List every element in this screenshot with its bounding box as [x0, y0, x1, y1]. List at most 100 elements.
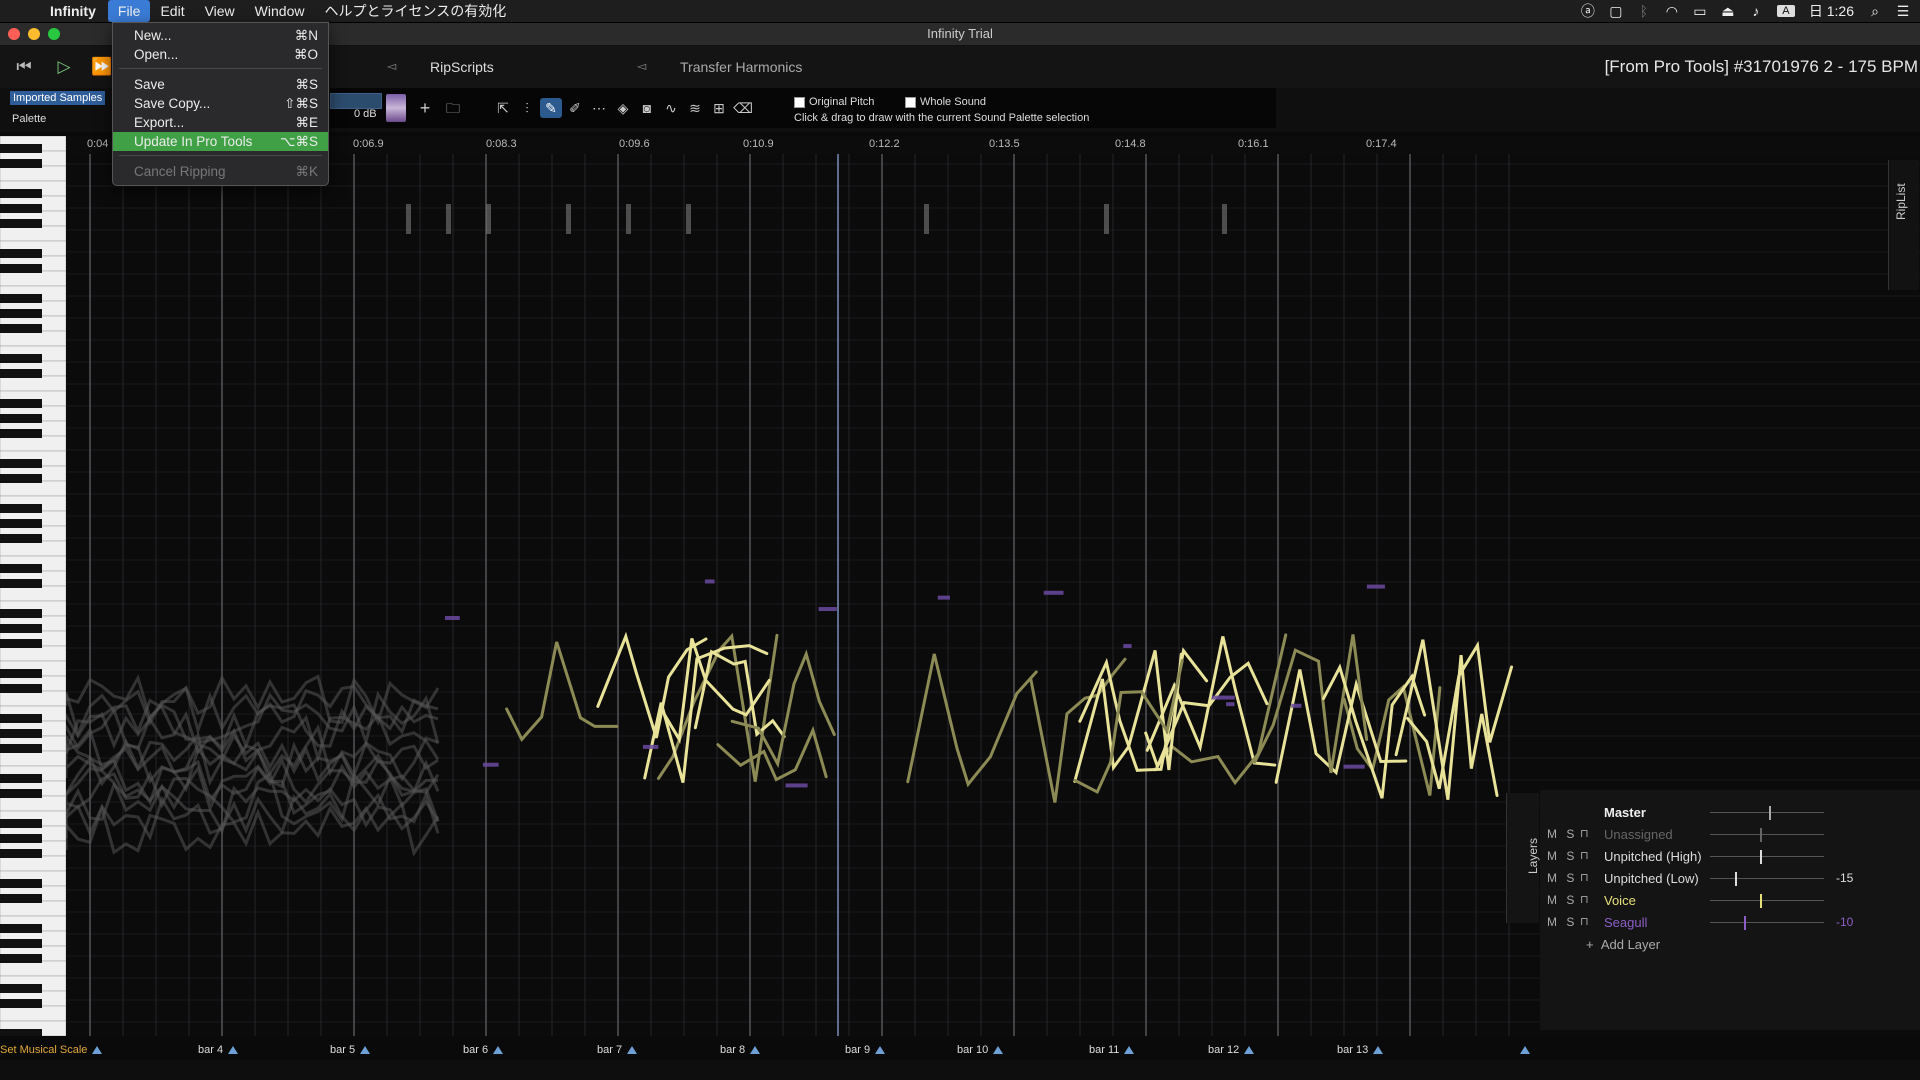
pointer-icon[interactable]: ⇱ [492, 98, 514, 118]
black-key[interactable] [0, 264, 42, 273]
white-key[interactable] [0, 330, 66, 347]
black-key[interactable] [0, 414, 42, 423]
add-layer-button[interactable]: + Add Layer [1540, 934, 1920, 956]
layer-gain-knob[interactable] [1760, 828, 1763, 842]
layer-name[interactable]: Unassigned [1604, 827, 1673, 842]
transient-partial[interactable] [446, 204, 451, 234]
layer-gain-slider[interactable] [1710, 922, 1824, 923]
black-key[interactable] [0, 984, 42, 993]
layer-row[interactable]: M S ⊓ Seagull -10 [1540, 912, 1920, 934]
black-key[interactable] [0, 459, 42, 468]
layer-name[interactable]: Seagull [1604, 915, 1647, 930]
black-key[interactable] [0, 834, 42, 843]
original-pitch-checkbox[interactable]: Original Pitch [794, 96, 874, 108]
voice-partial[interactable] [906, 653, 1038, 788]
white-key[interactable] [0, 165, 66, 182]
layer-row[interactable]: M S ⊓ Voice [1540, 890, 1920, 912]
menu-file[interactable]: File [107, 0, 151, 22]
menu-window[interactable]: Window [245, 0, 315, 22]
whole-sound-box[interactable] [905, 96, 916, 108]
transient-partial[interactable] [566, 204, 571, 234]
transient-partial[interactable] [1222, 204, 1227, 234]
layers-tab[interactable]: Layers [1506, 793, 1540, 923]
menu-save[interactable]: Save ⌘S [113, 75, 328, 94]
line-icon[interactable]: ⋯ [588, 98, 610, 118]
white-key[interactable] [0, 900, 66, 917]
mute-solo-buttons[interactable]: M S [1547, 827, 1577, 841]
unlock-icon[interactable]: ⊓ [1580, 849, 1589, 862]
play-icon[interactable]: ▷ [52, 56, 76, 78]
master-slider-knob[interactable] [1769, 806, 1771, 820]
bluetooth-icon[interactable]: ᛒ [1637, 3, 1651, 19]
layer-gain-knob[interactable] [1735, 872, 1738, 886]
black-key[interactable] [0, 669, 42, 678]
menu-open[interactable]: Open... ⌘O [113, 45, 328, 64]
seagull-partial[interactable] [1211, 695, 1235, 700]
end-marker[interactable] [1515, 1044, 1530, 1056]
open-folder-icon[interactable]: 🗀 [442, 98, 464, 118]
layer-gain-slider[interactable] [1710, 878, 1824, 879]
black-key[interactable] [0, 564, 42, 573]
white-key[interactable] [0, 225, 66, 242]
spotlight-search-icon[interactable]: ⌕ [1868, 3, 1882, 20]
white-key[interactable] [0, 960, 66, 977]
seagull-partial[interactable] [937, 595, 950, 600]
window-icon[interactable]: ▢ [1609, 3, 1623, 20]
menu-export[interactable]: Export... ⌘E [113, 113, 328, 132]
bar-marker[interactable]: bar 4 [198, 1044, 239, 1056]
minimize-window-button[interactable] [28, 28, 40, 40]
black-key[interactable] [0, 774, 42, 783]
palette-swatch-icon[interactable] [386, 94, 406, 122]
eraser-icon[interactable]: ⌫ [732, 98, 754, 118]
black-key[interactable] [0, 999, 42, 1008]
layer-row[interactable]: M S ⊓ Unassigned [1540, 824, 1920, 846]
black-key[interactable] [0, 819, 42, 828]
bar-marker[interactable]: bar 10 [957, 1044, 1004, 1056]
black-key[interactable] [0, 714, 42, 723]
transient-partial[interactable] [406, 204, 411, 234]
input-source-icon[interactable]: A [1776, 5, 1795, 17]
bar-marker[interactable]: bar 12 [1208, 1044, 1255, 1056]
piano-keys[interactable] [0, 136, 66, 1036]
black-key[interactable] [0, 144, 42, 153]
transient-partial[interactable] [1104, 204, 1109, 234]
transient-partial[interactable] [686, 204, 691, 234]
black-key[interactable] [0, 399, 42, 408]
seagull-partial[interactable] [482, 762, 499, 767]
black-key[interactable] [0, 879, 42, 888]
black-key[interactable] [0, 219, 42, 228]
unlock-icon[interactable]: ⊓ [1580, 915, 1589, 928]
zoom-window-button[interactable] [48, 28, 60, 40]
seagull-partial[interactable] [642, 744, 659, 749]
seagull-partial[interactable] [785, 783, 808, 788]
black-key[interactable] [0, 744, 42, 753]
menu-help-license[interactable]: ヘルプとライセンスの有効化 [314, 0, 516, 22]
black-key[interactable] [0, 474, 42, 483]
accessibility-icon[interactable]: ⓐ [1581, 1, 1595, 21]
notification-center-icon[interactable]: ☰ [1896, 3, 1910, 20]
seagull-partial[interactable] [1226, 702, 1235, 707]
black-key[interactable] [0, 159, 42, 168]
seagull-partial[interactable] [1043, 590, 1064, 595]
black-key[interactable] [0, 924, 42, 933]
transient-partial[interactable] [924, 204, 929, 234]
set-musical-scale-button[interactable]: Set Musical Scale [0, 1044, 103, 1056]
layer-name[interactable]: Unpitched (Low) [1604, 871, 1699, 886]
volume-icon[interactable]: ♪ [1749, 3, 1763, 19]
black-key[interactable] [0, 789, 42, 798]
white-key[interactable] [0, 645, 66, 662]
seagull-partial[interactable] [1123, 644, 1132, 649]
brush-icon[interactable]: ✐ [564, 98, 586, 118]
gain-meter[interactable] [330, 93, 382, 109]
layer-gain-knob[interactable] [1760, 850, 1763, 864]
layer-name[interactable]: Voice [1604, 893, 1636, 908]
black-key[interactable] [0, 519, 42, 528]
seagull-partial[interactable] [1343, 764, 1365, 769]
layer-name[interactable]: Unpitched (High) [1604, 849, 1702, 864]
seagull-partial[interactable] [1291, 703, 1302, 708]
rewind-to-start-icon[interactable]: ⏮ [12, 56, 36, 78]
wifi-icon[interactable]: ◠ [1665, 3, 1679, 20]
black-key[interactable] [0, 684, 42, 693]
riplist-tab[interactable]: RipList [1888, 160, 1919, 290]
mute-solo-buttons[interactable]: M S [1547, 915, 1577, 929]
